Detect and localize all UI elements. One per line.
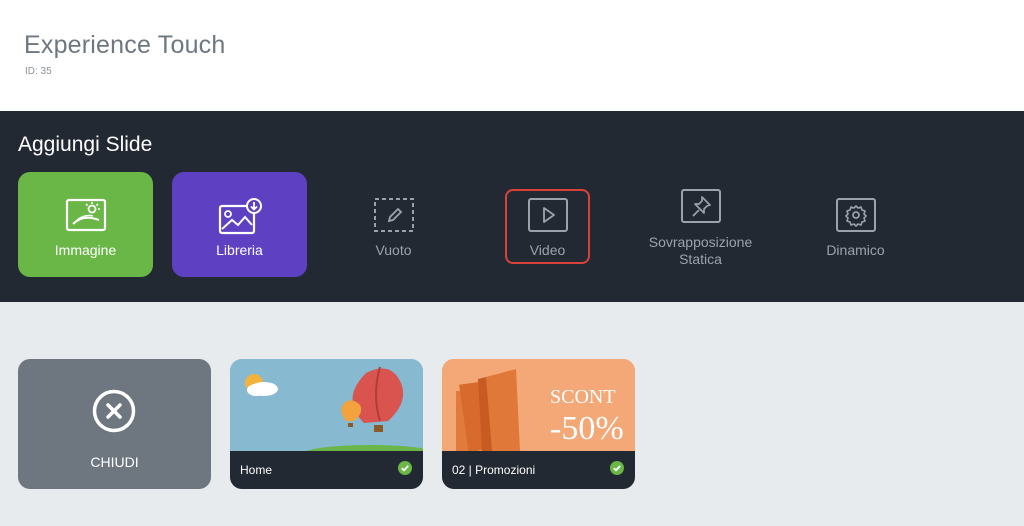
add-image-label: Immagine <box>54 242 117 258</box>
dynamic-label: Dinamico <box>826 242 885 258</box>
slide-thumbnail-promozioni: SCONT -50% <box>442 359 635 451</box>
slide-card-footer: Home <box>230 451 423 489</box>
check-circle-icon <box>398 461 412 475</box>
slide-card-promozioni[interactable]: SCONT -50% 02 | Promozioni <box>442 359 635 489</box>
page-header: Experience Touch ID: 35 <box>0 0 1024 111</box>
page-id: ID: 35 <box>25 66 52 77</box>
slide-name: 02 | Promozioni <box>452 463 536 477</box>
empty-slide-button[interactable]: Vuoto <box>326 172 461 277</box>
page-title: Experience Touch <box>24 31 226 59</box>
empty-slide-label: Vuoto <box>375 242 412 258</box>
library-button[interactable]: Libreria <box>172 172 307 277</box>
library-image-download-icon <box>218 198 262 235</box>
static-overlay-button[interactable]: Sovrapposizione Statica <box>633 172 768 277</box>
dynamic-button[interactable]: Dinamico <box>788 172 923 277</box>
slide-name: Home <box>240 463 273 477</box>
static-overlay-label-line2: Statica <box>679 251 722 267</box>
svg-text:-50%: -50% <box>550 410 624 447</box>
svg-text:SCONT: SCONT <box>550 386 616 408</box>
close-label: CHIUDI <box>90 454 139 470</box>
dashed-box-pencil-icon <box>373 198 414 232</box>
slide-thumbnail-home <box>230 359 423 451</box>
check-circle-icon <box>610 461 624 475</box>
add-image-button[interactable]: Immagine <box>18 172 153 277</box>
slide-card-home[interactable]: Home <box>230 359 423 489</box>
static-overlay-label-line1: Sovrapposizione <box>648 234 753 250</box>
add-slide-title: Aggiungi Slide <box>18 133 153 156</box>
static-overlay-label: Sovrapposizione Statica <box>633 234 768 268</box>
image-landscape-icon <box>65 198 106 232</box>
close-button[interactable]: CHIUDI <box>18 359 211 489</box>
video-selection-highlight <box>505 189 590 264</box>
close-circle-icon <box>92 389 136 433</box>
pin-icon <box>680 189 721 223</box>
library-label: Libreria <box>216 242 263 258</box>
slide-card-footer: 02 | Promozioni <box>442 451 635 489</box>
gear-icon <box>835 198 876 232</box>
